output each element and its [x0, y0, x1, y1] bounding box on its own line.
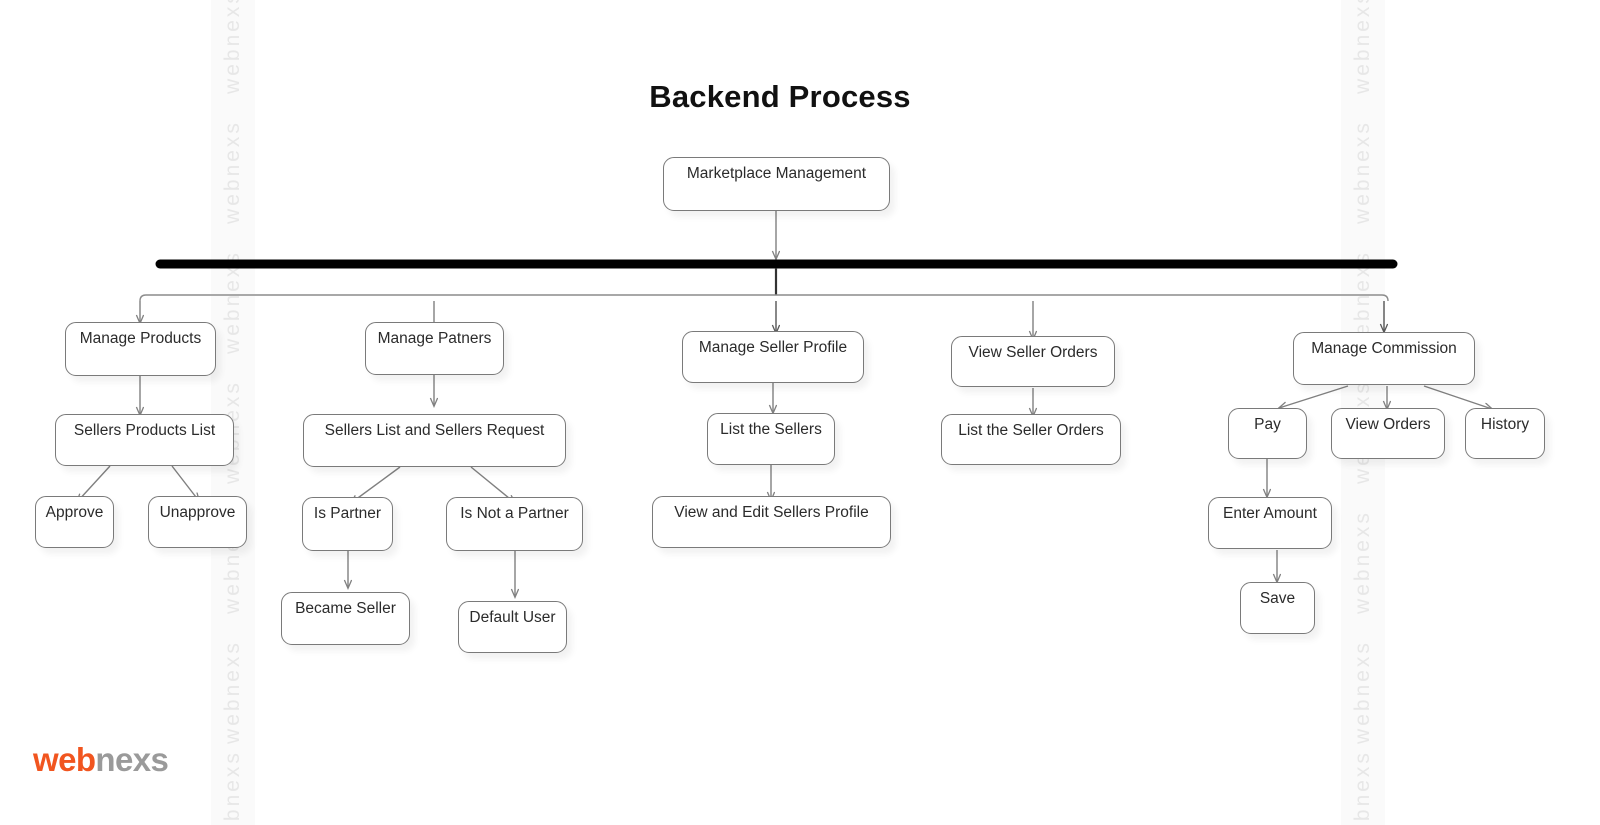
- node-sellers-list-and-sellers-request[interactable]: Sellers List and Sellers Request: [303, 414, 566, 467]
- node-manage-patners[interactable]: Manage Patners: [365, 322, 504, 375]
- node-is-not-a-partner[interactable]: Is Not a Partner: [446, 497, 583, 551]
- watermark-text: webnexs: [1351, 640, 1374, 744]
- watermark-text: webnexs: [1351, 120, 1374, 224]
- webnexs-logo: webnexs: [33, 741, 169, 779]
- page-title: Backend Process: [649, 79, 911, 114]
- node-is-partner[interactable]: Is Partner: [302, 497, 393, 551]
- connector-mc-to-pay: [1279, 385, 1349, 408]
- node-view-seller-orders[interactable]: View Seller Orders: [951, 336, 1115, 387]
- watermark-text: webnexs: [221, 120, 244, 224]
- node-manage-seller-profile[interactable]: Manage Seller Profile: [682, 331, 864, 383]
- watermark-text: webnexs: [221, 640, 244, 744]
- node-view-orders[interactable]: View Orders: [1331, 408, 1445, 459]
- node-became-seller[interactable]: Became Seller: [281, 592, 410, 645]
- node-manage-commission[interactable]: Manage Commission: [1293, 332, 1475, 385]
- node-sellers-products-list[interactable]: Sellers Products List: [55, 414, 234, 466]
- node-history[interactable]: History: [1465, 408, 1545, 459]
- watermark-column-left: webnexs webnexs webnexs webnexs webnexs …: [211, 0, 255, 825]
- node-view-and-edit-sellers-profile[interactable]: View and Edit Sellers Profile: [652, 496, 891, 548]
- logo-nexs-text: nexs: [95, 741, 169, 778]
- connector-mc-to-history: [1423, 385, 1492, 409]
- node-unapprove[interactable]: Unapprove: [148, 496, 247, 548]
- node-pay[interactable]: Pay: [1228, 408, 1307, 459]
- watermark-text: webnexs: [1351, 750, 1374, 825]
- node-enter-amount[interactable]: Enter Amount: [1208, 497, 1332, 549]
- watermark-text: webnexs: [221, 250, 244, 354]
- node-list-the-sellers[interactable]: List the Sellers: [707, 413, 835, 465]
- watermark-text: webnexs: [221, 750, 244, 825]
- node-default-user[interactable]: Default User: [458, 601, 567, 653]
- node-marketplace-management[interactable]: Marketplace Management: [663, 157, 890, 211]
- logo-web-text: web: [33, 741, 96, 778]
- flowchart-canvas: webnexs webnexs webnexs webnexs webnexs …: [0, 0, 1600, 825]
- node-save[interactable]: Save: [1240, 582, 1315, 634]
- node-list-the-seller-orders[interactable]: List the Seller Orders: [941, 414, 1121, 465]
- watermark-text: webnexs: [1351, 510, 1374, 614]
- node-manage-products[interactable]: Manage Products: [65, 322, 216, 376]
- node-approve[interactable]: Approve: [35, 496, 114, 548]
- distribution-rail: [139, 294, 1389, 302]
